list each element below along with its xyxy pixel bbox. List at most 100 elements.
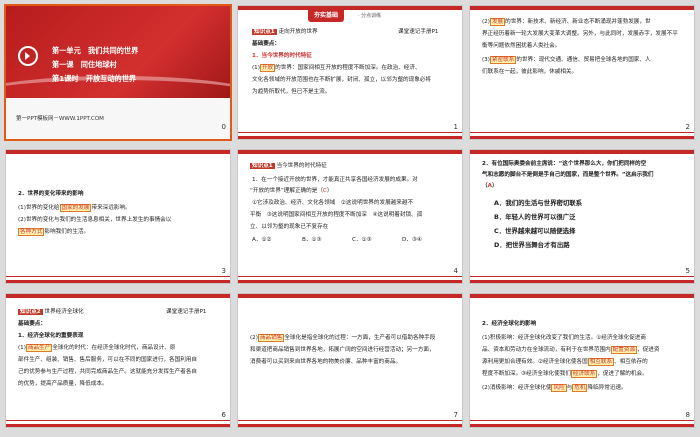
period-title: 第1课时 开放互动的世界 <box>52 74 137 83</box>
line-text: 的世界：新技术、新经济、新业态不断涌现并蓬勃发展，世 <box>505 19 651 25</box>
section-banner: 夯实基础 <box>308 10 345 22</box>
point-heading: 1．经济全球化的重要表现 <box>18 333 84 339</box>
slide-bottom-line <box>238 420 462 421</box>
subhead: 基础要点： <box>18 321 46 327</box>
knowledge-tag: 知识点1 <box>250 163 275 169</box>
fill-blank: 开放 <box>259 64 276 72</box>
line-text: (2)世界的变化与我们的生活息息相关，世界上发生的事情会以 <box>18 217 172 223</box>
option-statement: 平衡 ③这说明国家间相互开放的程度不断加深 ④这说明着封锁、孤 <box>250 212 423 218</box>
reference-note: 课堂速记手册P1 <box>398 29 439 35</box>
fill-blank: 商品销售 <box>257 334 285 342</box>
slide-top-bar <box>470 6 694 10</box>
slide-bottom-bar <box>6 424 230 427</box>
line-text: 、相互依存的 <box>614 359 648 365</box>
section-heading: 当今世界的时代特征 <box>276 163 327 169</box>
line-prefix: (1)世界的变化给 <box>18 205 60 211</box>
point-heading: 2．经济全球化的影响 <box>482 321 537 327</box>
slide-bottom-bar <box>238 280 462 283</box>
fill-blank: 商品生产 <box>25 344 53 352</box>
question-line: 1．在一个接近开放的世界，才能真正共享各国经济发展的成果。对 <box>252 177 418 183</box>
question-line: 气和志愿的脚台不是倒是手自己的国家，而是整个世界。”这启示我们 <box>482 172 654 178</box>
fill-blank: 风险 <box>551 384 567 392</box>
line-text: 带来深远影响。 <box>91 205 131 211</box>
slide-bottom-line <box>470 420 694 421</box>
slide-thumbnail-4[interactable]: 知识点1 当今世界的时代特征 1．在一个接近开放的世界，才能真正共享各国经济发展… <box>238 150 462 283</box>
slide-thumbnail-8[interactable]: 2．经济全球化的影响 (1)积极影响：经济全球化改变了我们的生活。①经济全球化促… <box>470 294 694 427</box>
slide-bottom-line <box>6 420 230 421</box>
choice-c: C．世界越来越可以随便选择 <box>494 227 576 235</box>
slide-thumbnail-2[interactable]: (2) 发展 的世界：新技术、新经济、新业态不断涌现并蓬勃发展，世 界正经历着新一轮… <box>470 6 694 139</box>
slide-top-bar <box>470 150 694 154</box>
choice-a: A．我们的生活与世界密切联系 <box>494 199 583 207</box>
point-heading: 2．世界的变化带来的影响 <box>18 191 84 197</box>
slide-number: 1 <box>453 123 458 131</box>
option-statement: 立、以邻为壑的现象已不复存在 <box>250 224 329 230</box>
section-heading: 走向开放的世界 <box>278 29 318 35</box>
slide-bottom-bar <box>470 280 694 283</box>
fill-blank: 发展 <box>489 18 506 26</box>
slide-top-bar <box>238 6 462 10</box>
question-line: 2．有位国际奥委会前主席说：“这个世界那么大，你们把同样的空 <box>482 161 647 167</box>
line-text: 们联系在一起，彼此影响，休戚相关。 <box>482 69 578 75</box>
slide-top-bar <box>470 294 694 298</box>
slide-bottom-line <box>470 132 694 133</box>
line-text: 品、资本和劳动力在全球流动，有利于在世界范围内 <box>482 347 611 353</box>
lesson-title: 第一课 同住地球村 <box>52 60 117 69</box>
line-prefix: (2) <box>482 19 490 25</box>
section-banner-subtitle: · 分点训练 <box>358 13 382 19</box>
fill-blank: 紧密联系 <box>489 56 517 64</box>
unit-title: 第一单元 我们共同的世界 <box>52 46 139 55</box>
point-heading: 1．当今世界的时代特征 <box>252 53 312 59</box>
line-text: 文化各领域的开放范围也在不断扩展，封闭、孤立，以邻为壑的现象必将 <box>252 77 432 83</box>
line-text: (1)积极影响：经济全球化改变了我们的生活。①经济全球化促进商 <box>482 335 646 341</box>
line-text: 影响我们的生活。 <box>44 229 90 235</box>
slide-bottom-bar <box>238 424 462 427</box>
arrow-circle-icon <box>18 46 38 66</box>
choice-d: D．把世界当舞台才有出路 <box>494 241 570 249</box>
slide-thumbnail-6[interactable]: 知识点2 世界经济全球化 课堂速记手册P1 基础要点： 1．经济全球化的重要表现… <box>6 294 230 427</box>
slide-top-bar <box>6 294 230 298</box>
slide-number: 5 <box>685 267 690 275</box>
slide-sorter-grid: 第一单元 我们共同的世界 第一课 同住地球村 第1课时 开放互动的世界 第一PP… <box>0 0 700 437</box>
slide-bottom-line <box>470 276 694 277</box>
slide-bottom-line <box>238 276 462 277</box>
slide-number: 8 <box>685 411 690 419</box>
slide-bottom-bar <box>6 280 230 283</box>
question-line: “开放的世界”理解正确的是（ <box>250 188 323 194</box>
line-text: (2)消极影响：经济全球化使 <box>482 385 552 391</box>
line-text: 全球化是指全球化的过程：一方面，生产者可以借助各种手段 <box>284 335 436 341</box>
slide-number: 3 <box>221 267 226 275</box>
slide-bottom-line <box>238 132 462 133</box>
slide-number: 6 <box>221 411 226 419</box>
slide-top-bar <box>238 150 462 154</box>
slide-thumbnail-3[interactable]: 2．世界的变化带来的影响 (1)世界的变化给 国家的发展 带来深远影响。 (2)世界… <box>6 150 230 283</box>
line-text: 界正经历着新一轮大发展大变革大调整。另外，与此同时，发展赤字，发展不平 <box>482 31 678 37</box>
knowledge-tag: 知识点2 <box>18 309 43 315</box>
choice-b: B．①③ <box>302 237 322 243</box>
subhead: 基础要点： <box>252 41 280 47</box>
line-text: 的世界：国家间相互开放的程度不断加深。在政治、经济、 <box>275 65 421 71</box>
slide-thumbnail-1[interactable]: 夯实基础 · 分点训练 知识点1 走向开放的世界 课堂速记手册P1 基础要点： … <box>238 6 462 139</box>
option-statement: ①它涉及政治、经济、文化各领域 ②这说明世界的发展越来越不 <box>252 200 414 206</box>
slide-thumbnail-7[interactable]: (2) 商品销售 全球化是指全球化的过程：一方面，生产者可以借助各种手段 和渠道把商… <box>238 294 462 427</box>
fill-blank: 各种方式 <box>18 228 45 236</box>
line-text: 己的优势参与生产过程，共同完成商品生产。这就能充分发挥生产者各自 <box>18 369 198 375</box>
choice-c: C．①③ <box>352 237 372 243</box>
slide-thumbnail-5[interactable]: 2．有位国际奥委会前主席说：“这个世界那么大，你们把同样的空 气和志愿的脚台不是… <box>470 150 694 283</box>
line-text: 程度不断加深。③经济全球化使我们 <box>482 371 571 377</box>
slide-number: 4 <box>453 267 458 275</box>
question-bracket: ） <box>326 188 333 194</box>
line-text: ，促进了解的机会。 <box>597 371 648 377</box>
slide-bottom-bar <box>470 424 694 427</box>
slide-bottom-bar <box>470 136 694 139</box>
slide-bottom-bar <box>238 136 462 139</box>
line-text: 的优势，提高产品质量，降低成本。 <box>18 381 108 387</box>
slide-top-bar <box>6 150 230 154</box>
slide-thumbnail-0[interactable]: 第一单元 我们共同的世界 第一课 同住地球村 第1课时 开放互动的世界 第一PP… <box>6 6 230 139</box>
line-prefix: (1) <box>252 65 260 71</box>
line-text: 源利用更加合理有效。②经济全球化使各国 <box>482 359 588 365</box>
line-prefix: (3) <box>482 57 490 63</box>
line-text: 的世界：现代交通、通信、贸易把全球各地的国家、人 <box>516 57 651 63</box>
line-prefix: (2) <box>250 335 258 341</box>
slide-bottom-line <box>6 276 230 277</box>
